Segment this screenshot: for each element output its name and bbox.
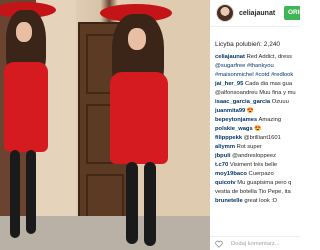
comment: quicotv Mu guapisima pero q	[215, 180, 292, 186]
comment: vestia de botella Tio Pepe, ita	[215, 189, 291, 195]
post-header: celiajaunat ORIGIN	[210, 0, 300, 27]
comment: jbpuli @andresloppeez	[215, 153, 277, 159]
post-photo	[0, 0, 210, 250]
boot-right-2	[144, 162, 156, 246]
comment: brunetelle great look :D	[215, 198, 278, 204]
comment: isaac_garcia_garcia Ozuuu	[215, 99, 289, 105]
comment: t.c70 Visiment très belle	[215, 162, 278, 168]
caption-line: #maisonmichel #cotd #redlook	[215, 72, 294, 78]
comment: juanmita99 😍	[215, 108, 255, 114]
boot-left-2	[26, 150, 36, 234]
caption-line: @sugarfree #thankyou	[215, 63, 274, 69]
post-side-panel: celiajaunat ORIGIN Licyba polubień: 2,24…	[210, 0, 300, 250]
dress-right	[110, 72, 168, 164]
caption-line: Red Addict, dress	[246, 54, 293, 60]
comment: jai_her_95 Cada dia mas gua	[215, 81, 293, 87]
comment: aliymm Rot super	[215, 144, 262, 150]
comment: @alfonsoandreu Muu fina y mu	[215, 90, 296, 96]
username-link[interactable]: celiajaunat	[239, 10, 275, 17]
avatar[interactable]	[216, 4, 234, 22]
comment: polskie_wags 😍	[215, 126, 262, 132]
face-right	[128, 28, 146, 50]
likes-count[interactable]: Licyba polubień: 2,240	[210, 27, 300, 48]
comments-list: celiajaunat Red Addict, dress @sugarfree…	[210, 48, 300, 206]
caption: celiajaunat Red Addict, dress	[215, 53, 300, 62]
dress-left	[4, 62, 48, 152]
add-comment-input[interactable]: Dodaj komentarz...	[231, 241, 280, 247]
comment: bepeytonjames Amazing	[215, 117, 282, 123]
comment-bar: Dodaj komentarz...	[210, 236, 300, 250]
comment: moy19baco Cuerpazo	[215, 171, 274, 177]
comment: filipppekk @brilliant1601	[215, 135, 281, 141]
face-left	[16, 22, 32, 42]
boot-right-1	[126, 162, 138, 244]
boot-left-1	[10, 150, 20, 238]
follow-button[interactable]: ORIGIN	[284, 6, 300, 20]
caption-user[interactable]: celiajaunat	[215, 54, 245, 60]
heart-icon[interactable]	[215, 240, 223, 248]
